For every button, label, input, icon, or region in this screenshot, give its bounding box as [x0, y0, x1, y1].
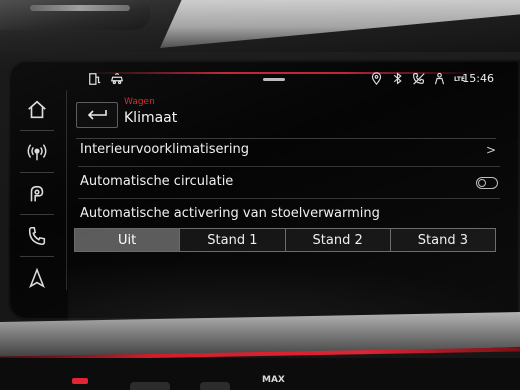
- auto-circulation-label: Automatische circulatie: [80, 174, 234, 189]
- dashboard-trim-top: [0, 0, 520, 52]
- preconditioning-row[interactable]: Interieurvoorklimatisering >: [78, 136, 500, 166]
- clock: 15:46: [462, 72, 494, 85]
- breadcrumb[interactable]: Wagen: [124, 97, 155, 107]
- phone-icon[interactable]: [8, 218, 66, 254]
- vent-chrome-line: [30, 5, 130, 11]
- status-bar: LTE 15:46: [78, 68, 508, 92]
- seat-heating-row: Automatische activering van stoelverwarm…: [78, 200, 500, 230]
- bluetooth-icon: [391, 72, 404, 88]
- max-defrost-button[interactable]: MAX: [262, 376, 285, 385]
- page-header: Wagen Klimaat: [76, 96, 506, 128]
- radio-icon[interactable]: [8, 134, 66, 170]
- auto-circulation-row[interactable]: Automatische circulatie: [78, 168, 500, 198]
- back-button[interactable]: [76, 102, 118, 128]
- seat-heating-option-off[interactable]: Uit: [75, 229, 181, 251]
- preconditioning-label: Interieurvoorklimatisering: [80, 142, 249, 157]
- car-sync-icon: [110, 72, 124, 89]
- sidebar-divider: [20, 172, 54, 173]
- climate-console: MAX: [0, 358, 520, 390]
- seat-heating-segmented-control: Uit Stand 1 Stand 2 Stand 3: [74, 228, 496, 252]
- fuel-pump-icon: [88, 72, 102, 89]
- dashboard-inlay: [160, 0, 520, 48]
- console-red-indicator: [72, 378, 88, 384]
- air-vent: [0, 0, 150, 30]
- back-arrow-icon: [86, 106, 108, 125]
- sidebar-divider: [20, 130, 54, 131]
- person-icon: [433, 72, 446, 88]
- phone-muted-icon: [412, 72, 425, 88]
- row-divider: [78, 166, 500, 167]
- toggle-knob: [478, 179, 486, 187]
- auto-circulation-toggle[interactable]: [476, 177, 498, 189]
- home-icon[interactable]: [8, 92, 66, 128]
- sidebar-divider: [20, 256, 54, 257]
- console-button[interactable]: [130, 382, 170, 390]
- page-title: Klimaat: [124, 110, 178, 126]
- seat-heating-option-level-3[interactable]: Stand 3: [390, 229, 495, 251]
- screen-reflection: [68, 260, 520, 320]
- sidebar-divider: [20, 214, 54, 215]
- row-divider: [78, 198, 500, 199]
- sidebar-edge: [66, 90, 67, 290]
- drag-handle[interactable]: [263, 78, 285, 81]
- chevron-right-icon: >: [485, 143, 496, 157]
- music-icon[interactable]: [8, 176, 66, 212]
- navigation-icon[interactable]: [8, 260, 66, 296]
- console-button[interactable]: [200, 382, 230, 390]
- seat-heating-option-level-2[interactable]: Stand 2: [285, 229, 391, 251]
- location-pin-icon: [370, 72, 383, 88]
- sidebar: [8, 82, 66, 308]
- infotainment-screen: LTE 15:46 Wagen Klimaat Interieurvoorkli…: [8, 60, 520, 320]
- car-infotainment-photo: LTE 15:46 Wagen Klimaat Interieurvoorkli…: [0, 0, 520, 390]
- seat-heating-option-level-1[interactable]: Stand 1: [180, 229, 286, 251]
- seat-heating-label: Automatische activering van stoelverwarm…: [80, 206, 380, 221]
